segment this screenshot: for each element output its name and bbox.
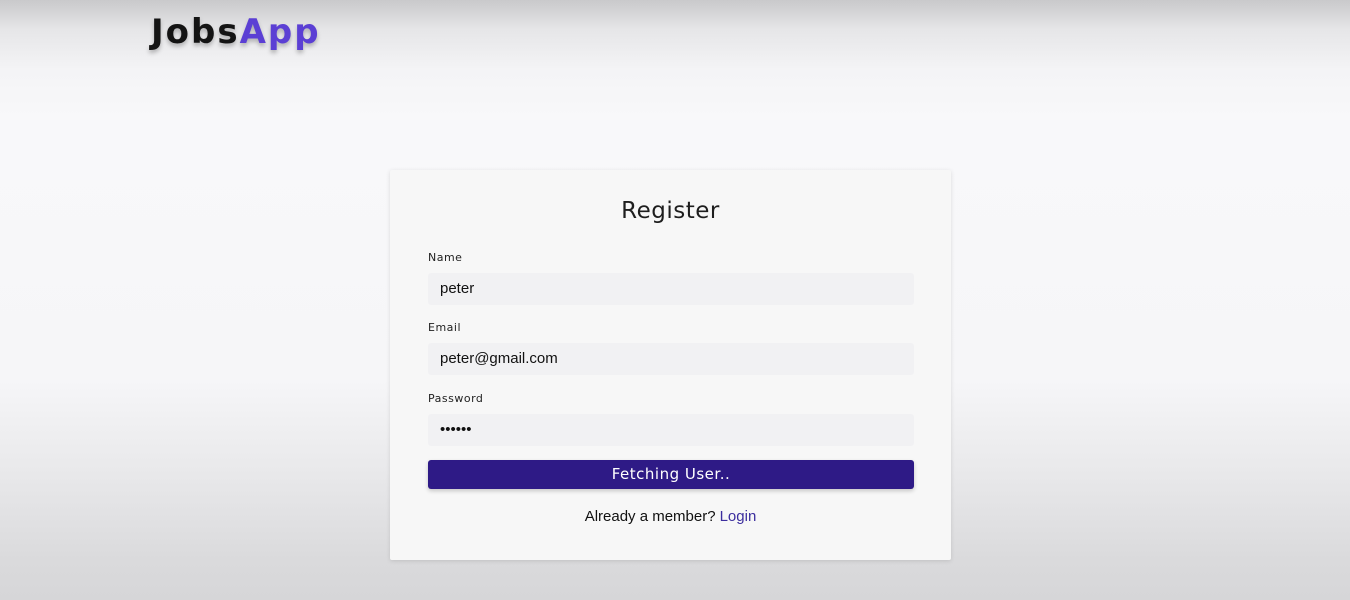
password-label: Password bbox=[428, 392, 484, 405]
already-member-row: Already a member? Login bbox=[390, 508, 951, 525]
logo-jobs-text: Jobs bbox=[151, 12, 240, 52]
submit-button[interactable]: Fetching User.. bbox=[428, 460, 914, 489]
register-form-card: Register Name peter Email peter@gmail.co… bbox=[390, 170, 951, 560]
logo-app-text: App bbox=[239, 12, 321, 52]
already-member-text: Already a member? bbox=[584, 508, 716, 525]
app-logo: JobsApp bbox=[151, 10, 321, 54]
form-title: Register bbox=[621, 198, 720, 224]
email-label: Email bbox=[428, 321, 462, 334]
login-link[interactable]: Login bbox=[720, 508, 757, 525]
name-field[interactable]: peter bbox=[428, 273, 914, 305]
password-field[interactable]: •••••• bbox=[428, 414, 914, 446]
email-field[interactable]: peter@gmail.com bbox=[428, 343, 914, 375]
name-label: Name bbox=[428, 251, 463, 264]
